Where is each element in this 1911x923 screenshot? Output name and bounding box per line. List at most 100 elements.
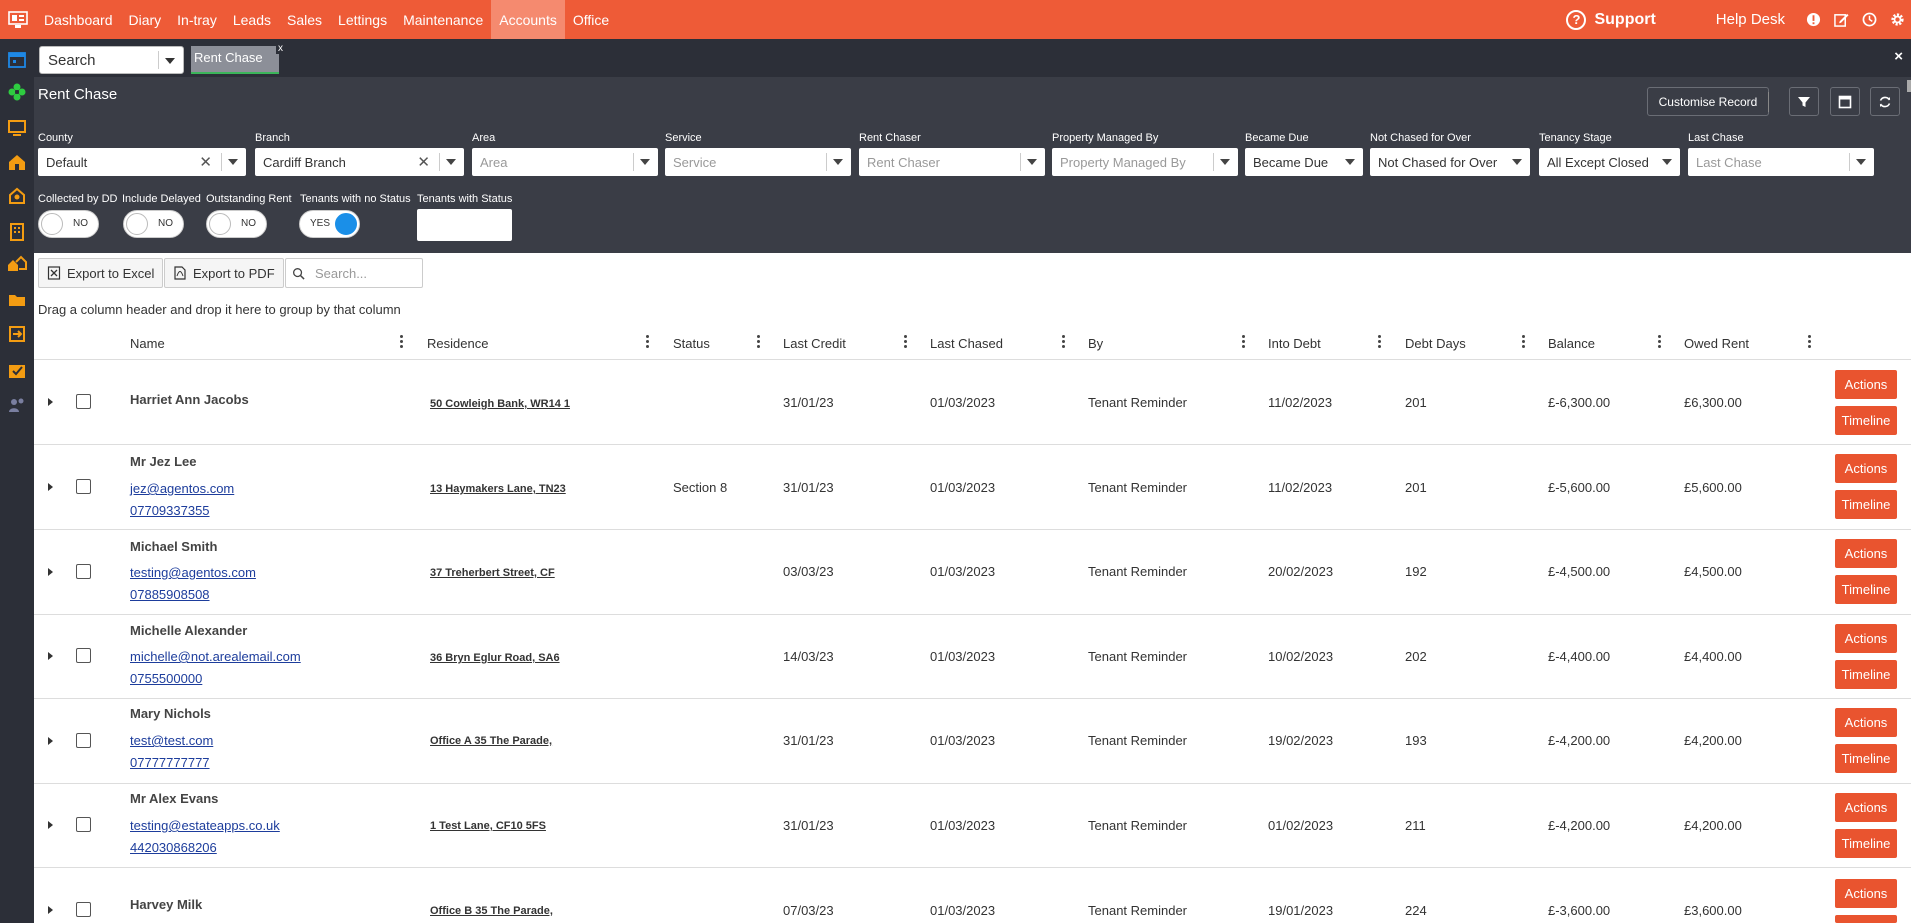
timeline-button[interactable]: Timeline [1835,490,1897,519]
timeline-button[interactable]: Timeline [1835,575,1897,604]
table-row[interactable]: Harvey Milk Office B 35 The Parade, 07/0… [34,868,1911,923]
checklist-icon[interactable] [7,360,27,380]
residence-link[interactable]: Office A 35 The Parade, [430,735,552,747]
actions-button[interactable]: Actions [1835,708,1897,737]
service-select[interactable]: Service [665,148,851,176]
rent-chaser-select[interactable]: Rent Chaser [859,148,1045,176]
actions-button[interactable]: Actions [1835,879,1897,908]
last-chase-select[interactable]: Last Chase [1688,148,1874,176]
column-menu-icon[interactable] [1808,335,1812,351]
edit-icon[interactable] [1827,12,1855,27]
app-logo-icon[interactable] [0,0,36,39]
expand-row-icon[interactable] [48,737,53,745]
col-owed-rent[interactable]: Owed Rent [1684,336,1749,351]
actions-button[interactable]: Actions [1835,454,1897,483]
key-house-icon[interactable] [7,186,27,206]
nav-accounts[interactable]: Accounts [491,0,565,39]
county-select[interactable]: Default ✕ [38,148,246,176]
scrollbar-thumb[interactable] [1907,80,1911,92]
residence-link[interactable]: Office B 35 The Parade, [430,905,553,917]
column-menu-icon[interactable] [1658,335,1662,351]
col-name[interactable]: Name [130,336,165,351]
nav-lettings[interactable]: Lettings [330,0,395,39]
column-menu-icon[interactable] [1062,335,1066,351]
table-row[interactable]: Mr Alex Evans testing@estateapps.co.uk 4… [34,783,1911,868]
col-debt-days[interactable]: Debt Days [1405,336,1466,351]
column-menu-icon[interactable] [904,335,908,351]
customise-record-button[interactable]: Customise Record [1647,87,1769,116]
col-balance[interactable]: Balance [1548,336,1595,351]
col-into-debt[interactable]: Into Debt [1268,336,1321,351]
users-icon[interactable] [7,395,27,415]
column-menu-icon[interactable] [757,335,761,351]
tenant-phone-link[interactable]: 07709337355 [130,503,210,518]
include-delayed-toggle[interactable]: NO [123,210,184,238]
nav-dashboard[interactable]: Dashboard [36,0,121,39]
tenancy-stage-select[interactable]: All Except Closed [1539,148,1680,176]
row-checkbox[interactable] [76,648,91,663]
grid-search-input[interactable]: Search... [285,258,423,288]
tenant-phone-link[interactable]: 0755500000 [130,671,202,686]
support-link[interactable]: ? Support [1566,9,1656,30]
residence-link[interactable]: 1 Test Lane, CF10 5FS [430,820,546,832]
close-window-icon[interactable]: × [1894,48,1903,65]
row-checkbox[interactable] [76,902,91,917]
residence-link[interactable]: 50 Cowleigh Bank, WR14 1 [430,398,570,410]
clock-icon[interactable] [1855,12,1883,27]
residence-link[interactable]: 37 Treherbert Street, CF [430,567,555,579]
outstanding-rent-toggle[interactable]: NO [206,210,267,238]
collected-by-dd-toggle[interactable]: NO [38,210,99,238]
tenant-email-link[interactable]: test@test.com [130,733,213,748]
branch-select[interactable]: Cardiff Branch ✕ [255,148,464,176]
row-checkbox[interactable] [76,394,91,409]
table-row[interactable]: Mr Jez Lee jez@agentos.com 07709337355 1… [34,445,1911,530]
monitor-icon[interactable] [7,118,27,138]
nav-sales[interactable]: Sales [279,0,330,39]
tenant-phone-link[interactable]: 07885908508 [130,587,210,602]
expand-row-icon[interactable] [48,821,53,829]
nav-diary[interactable]: Diary [121,0,170,39]
tenant-email-link[interactable]: testing@agentos.com [130,565,256,580]
actions-button[interactable]: Actions [1835,370,1897,399]
tenant-email-link[interactable]: testing@estateapps.co.uk [130,818,280,833]
area-select[interactable]: Area [472,148,658,176]
gear-icon[interactable] [1883,12,1911,27]
col-status[interactable]: Status [673,336,710,351]
nav-leads[interactable]: Leads [225,0,279,39]
column-menu-icon[interactable] [646,335,650,351]
clear-icon[interactable]: ✕ [417,153,430,171]
tenants-no-status-toggle[interactable]: YES [299,210,360,238]
tab-rent-chase[interactable]: Rent Chase x [191,43,285,74]
houses-icon[interactable] [7,254,27,274]
nav-office[interactable]: Office [565,0,617,39]
timeline-button[interactable]: Timeline [1835,406,1897,435]
column-menu-icon[interactable] [1378,335,1382,351]
house-icon[interactable] [7,152,27,172]
folder-icon[interactable] [7,290,27,310]
row-checkbox[interactable] [76,564,91,579]
tenant-phone-link[interactable]: 07777777777 [130,755,210,770]
row-checkbox[interactable] [76,733,91,748]
residence-link[interactable]: 36 Bryn Eglur Road, SA6 [430,652,560,664]
expand-row-icon[interactable] [48,398,53,406]
expand-row-icon[interactable] [48,652,53,660]
export-pdf-button[interactable]: Export to PDF [164,258,284,288]
row-checkbox[interactable] [76,479,91,494]
columns-button[interactable] [1830,87,1860,116]
nav-maintenance[interactable]: Maintenance [395,0,491,39]
col-residence[interactable]: Residence [427,336,488,351]
expand-row-icon[interactable] [48,483,53,491]
actions-button[interactable]: Actions [1835,793,1897,822]
expand-row-icon[interactable] [48,906,53,914]
table-row[interactable]: Michael Smith testing@agentos.com 078859… [34,530,1911,615]
timeline-button[interactable]: Timeline [1835,829,1897,858]
column-menu-icon[interactable] [1522,335,1526,351]
residence-link[interactable]: 13 Haymakers Lane, TN23 [430,483,566,495]
nav-in-tray[interactable]: In-tray [169,0,225,39]
building-icon[interactable] [7,222,27,242]
row-checkbox[interactable] [76,817,91,832]
col-last-credit[interactable]: Last Credit [783,336,846,351]
timeline-button[interactable]: Timeline [1835,744,1897,773]
table-row[interactable]: Harriet Ann Jacobs 50 Cowleigh Bank, WR1… [34,360,1911,445]
table-row[interactable]: Mary Nichols test@test.com 07777777777 O… [34,699,1911,784]
